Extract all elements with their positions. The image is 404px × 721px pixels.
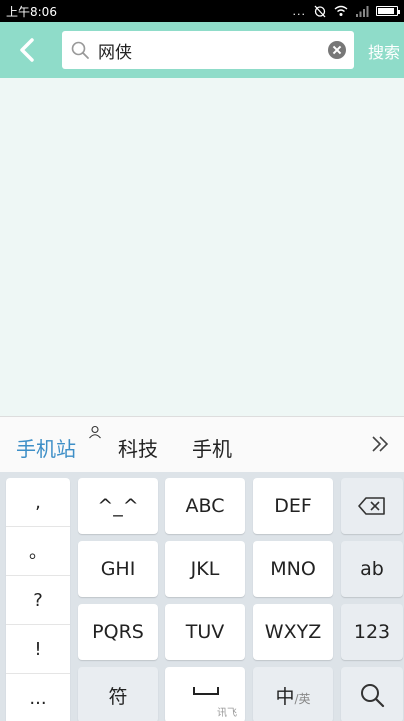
key-tuv[interactable]: TUV — [165, 604, 245, 660]
punct-exclaim[interactable]: ! — [6, 625, 70, 674]
space-key[interactable]: 讯飞 — [165, 667, 245, 721]
backspace-key[interactable] — [341, 478, 403, 534]
key-symbols[interactable]: 符 — [78, 667, 158, 721]
space-icon — [193, 687, 219, 695]
candidate-1[interactable]: 手机站 — [16, 433, 76, 462]
wifi-icon — [334, 5, 348, 16]
candidate-3[interactable]: 手机 — [192, 433, 232, 462]
key-jkl[interactable]: JKL — [165, 541, 245, 597]
key-123[interactable]: 123 — [341, 604, 403, 660]
alarm-off-icon — [314, 5, 326, 18]
candidate-2[interactable]: 科技 — [118, 433, 158, 462]
battery-icon — [376, 6, 400, 16]
user-icon — [89, 425, 101, 439]
back-arrow-icon[interactable] — [14, 36, 42, 64]
key-pqrs[interactable]: PQRS — [78, 604, 158, 660]
status-icons: ... — [292, 3, 400, 19]
search-box[interactable] — [62, 31, 354, 69]
search-input[interactable] — [98, 37, 318, 63]
clear-icon[interactable] — [328, 41, 346, 59]
ime-candidate-bar: 手机站 科技 手机 — [0, 416, 404, 472]
punct-period[interactable]: 。 — [6, 527, 70, 576]
ime-keyboard: , 。 ? ! ... ^_^ ABC DEF GHI JKL MNO ab P… — [0, 472, 404, 721]
space-key-brand: 讯飞 — [217, 708, 237, 719]
punctuation-column[interactable]: , 。 ? ! ... — [6, 478, 70, 721]
search-key-icon — [361, 684, 385, 708]
search-icon — [71, 41, 89, 59]
notification-dots: ... — [292, 4, 306, 18]
key-mno[interactable]: MNO — [253, 541, 333, 597]
key-ghi[interactable]: GHI — [78, 541, 158, 597]
key-abc[interactable]: ABC — [165, 478, 245, 534]
search-button[interactable]: 搜索 — [368, 39, 400, 63]
lang-switch-key[interactable]: 中 /英 — [253, 667, 333, 721]
lang-key-main: 中 — [275, 685, 295, 708]
double-chevron-right-icon[interactable] — [370, 434, 390, 454]
lang-key-sub: /英 — [294, 691, 311, 706]
search-key[interactable] — [341, 667, 403, 721]
results-area — [0, 78, 404, 416]
key-ab[interactable]: ab — [341, 541, 403, 597]
key-wxyz[interactable]: WXYZ — [253, 604, 333, 660]
punct-ellipsis[interactable]: ... — [6, 674, 70, 721]
key-emoticon[interactable]: ^_^ — [78, 478, 158, 534]
key-def[interactable]: DEF — [253, 478, 333, 534]
status-bar: 上午8:06 ... — [0, 0, 404, 22]
punct-comma[interactable]: , — [6, 478, 70, 527]
punct-question[interactable]: ? — [6, 576, 70, 625]
signal-icon — [356, 6, 369, 17]
status-time: 上午8:06 — [6, 5, 57, 19]
backspace-icon — [358, 497, 385, 515]
search-header: 搜索 — [0, 22, 404, 78]
